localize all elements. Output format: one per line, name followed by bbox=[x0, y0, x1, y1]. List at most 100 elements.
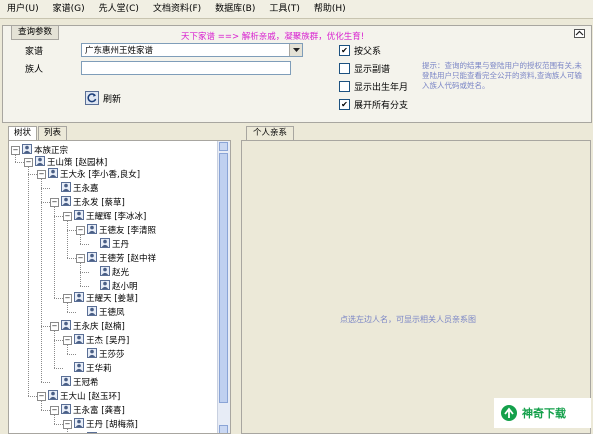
tree-connector bbox=[80, 286, 89, 287]
person-icon bbox=[61, 403, 71, 417]
tree-collapse-icon[interactable]: − bbox=[50, 197, 59, 207]
shenqi-logo-icon bbox=[501, 405, 517, 421]
tree-connector bbox=[54, 330, 55, 368]
person-icon bbox=[61, 195, 71, 209]
scroll-thumb[interactable] bbox=[219, 153, 228, 403]
tree-collapse-icon[interactable]: − bbox=[37, 169, 46, 179]
tree-connector bbox=[54, 424, 63, 425]
person-icon bbox=[22, 143, 32, 157]
tree-node[interactable]: − 王耀天 [姜慧] bbox=[63, 291, 138, 304]
tree-connector bbox=[67, 354, 76, 355]
scroll-up-icon[interactable] bbox=[219, 142, 228, 151]
tree-node[interactable]: 王华莉 bbox=[63, 361, 112, 375]
option-birth-date[interactable]: 显示出生年月 bbox=[339, 80, 408, 93]
menu-database[interactable]: 数据库(B) bbox=[208, 0, 262, 18]
tree-node-label: 王大永 [李小香,良女] bbox=[60, 170, 141, 180]
jiapu-select-value: 广东惠州王姓家谱 bbox=[85, 46, 154, 56]
tree-node-label: 王德芳 [赵中祥 bbox=[99, 254, 157, 264]
tree-connector bbox=[28, 166, 29, 396]
tree-collapse-icon[interactable]: − bbox=[50, 405, 59, 415]
option-expand-all[interactable]: ✔ 展开所有分支 bbox=[339, 98, 408, 111]
tree-node[interactable]: 王永嘉 bbox=[50, 181, 99, 194]
tree-node[interactable]: − 王大永 [李小香,良女] bbox=[37, 167, 141, 181]
tab-personal-relations[interactable]: 个人亲系 bbox=[246, 126, 295, 140]
zuren-input[interactable] bbox=[81, 61, 291, 75]
menu-ancestor-hall[interactable]: 先人堂(C) bbox=[92, 0, 146, 18]
tree-node[interactable]: 王冠希 bbox=[50, 375, 99, 388]
query-group-title[interactable]: 查询参数 bbox=[11, 25, 60, 40]
checkbox-empty-icon[interactable] bbox=[339, 63, 350, 74]
tree-node[interactable]: − 王永富 [龚喜] bbox=[50, 403, 125, 417]
option-paternal[interactable]: ✔ 按父系 bbox=[339, 44, 381, 57]
person-icon bbox=[35, 155, 45, 169]
watermark-text: 神奇下载 bbox=[522, 407, 566, 420]
tree-node[interactable]: − 王大山 [赵玉环] bbox=[37, 389, 121, 402]
tree-node-label: 王耀天 [姜慧] bbox=[86, 294, 138, 304]
tree-collapse-icon[interactable]: − bbox=[63, 293, 72, 303]
tree-node[interactable]: 王德凤 bbox=[76, 305, 125, 318]
jiapu-label: 家谱 bbox=[25, 47, 44, 57]
tree-collapse-icon[interactable]: − bbox=[50, 321, 59, 331]
tree-node[interactable]: 赵小明 bbox=[89, 279, 138, 293]
tree-node[interactable]: − 王德友 [李清照 bbox=[76, 223, 156, 236]
tree-node[interactable]: 赵光 bbox=[89, 265, 130, 279]
tree-connector bbox=[15, 162, 24, 163]
jiapu-select[interactable]: 广东惠州王姓家谱 bbox=[81, 43, 303, 57]
menu-tools[interactable]: 工具(T) bbox=[262, 0, 307, 18]
dropdown-arrow-icon[interactable] bbox=[289, 44, 302, 56]
tree-collapse-icon[interactable]: − bbox=[76, 253, 85, 263]
tree-node[interactable]: 王丹 bbox=[89, 237, 129, 250]
option-secondary-jiapu[interactable]: 显示副谱 bbox=[339, 62, 390, 75]
scroll-down-icon[interactable] bbox=[219, 425, 228, 433]
relations-hint-text: 点选左边人名，可显示相关人员亲系图 bbox=[340, 315, 476, 324]
tree-collapse-icon[interactable]: − bbox=[37, 391, 46, 401]
tree-collapse-icon[interactable]: − bbox=[24, 157, 33, 167]
person-icon bbox=[74, 361, 84, 375]
menu-user[interactable]: 用户(U) bbox=[0, 0, 46, 18]
tree-connector bbox=[54, 216, 63, 217]
person-icon bbox=[100, 265, 110, 279]
tree-node-label: 王永富 [龚喜] bbox=[73, 406, 125, 416]
tree-node[interactable]: − 王永发 [蔡草] bbox=[50, 195, 125, 209]
person-icon bbox=[48, 167, 58, 181]
tree-node-label: 王杰 [吴丹] bbox=[86, 336, 130, 346]
person-icon bbox=[61, 319, 71, 333]
person-icon bbox=[87, 347, 97, 361]
tree-collapse-icon[interactable]: − bbox=[63, 419, 72, 429]
tree-node-label: 王永嘉 bbox=[73, 184, 99, 194]
tree-node[interactable]: − 王永庆 [赵楠] bbox=[50, 319, 125, 333]
menu-bar: 用户(U) 家谱(G) 先人堂(C) 文档资料(F) 数据库(B) 工具(T) … bbox=[0, 0, 593, 19]
collapse-icon[interactable] bbox=[574, 29, 585, 38]
tree-node[interactable]: − 王山策 [赵园林] bbox=[24, 155, 107, 169]
tree-collapse-icon[interactable]: − bbox=[76, 225, 85, 235]
tree-collapse-icon[interactable]: − bbox=[63, 211, 72, 221]
option-secondary-jiapu-label: 显示副谱 bbox=[354, 65, 391, 75]
checkbox-empty-icon[interactable] bbox=[339, 81, 350, 92]
menu-documents[interactable]: 文档资料(F) bbox=[146, 0, 208, 18]
tree-connector bbox=[80, 262, 81, 286]
tab-list[interactable]: 列表 bbox=[38, 126, 68, 140]
tab-tree[interactable]: 树状 bbox=[8, 126, 38, 140]
tree-collapse-icon[interactable]: − bbox=[11, 145, 20, 155]
checkbox-checked-icon[interactable]: ✔ bbox=[339, 99, 350, 110]
tree-collapse-icon[interactable]: − bbox=[63, 335, 72, 345]
tree-connector bbox=[41, 202, 50, 203]
checkbox-checked-icon[interactable]: ✔ bbox=[339, 45, 350, 56]
refresh-button[interactable]: 刷新 bbox=[85, 90, 121, 106]
person-icon bbox=[100, 279, 110, 293]
tree-node-label: 王大山 [赵玉环] bbox=[60, 392, 121, 402]
menu-help[interactable]: 帮助(H) bbox=[307, 0, 353, 18]
tree-node[interactable]: − 王丹 [胡梅燕] bbox=[63, 417, 138, 430]
tree-node[interactable]: − 王德芳 [赵中祥 bbox=[76, 251, 157, 264]
tree-node[interactable]: 王莎莎 bbox=[76, 347, 125, 361]
tree-node[interactable]: − 王耀辉 [李冰冰] bbox=[63, 209, 146, 222]
tree-node-label: 赵光 bbox=[112, 268, 130, 278]
tree-node[interactable]: − 王杰 [吴丹] bbox=[63, 333, 130, 347]
person-icon bbox=[74, 333, 84, 347]
tree-connector bbox=[54, 298, 63, 299]
menu-jiapu[interactable]: 家谱(G) bbox=[46, 0, 92, 18]
tree-connector bbox=[41, 188, 50, 189]
tree-connector bbox=[41, 382, 50, 383]
tree-scrollbar[interactable] bbox=[217, 141, 230, 433]
tree-node[interactable]: − 本族正宗 bbox=[11, 143, 68, 157]
